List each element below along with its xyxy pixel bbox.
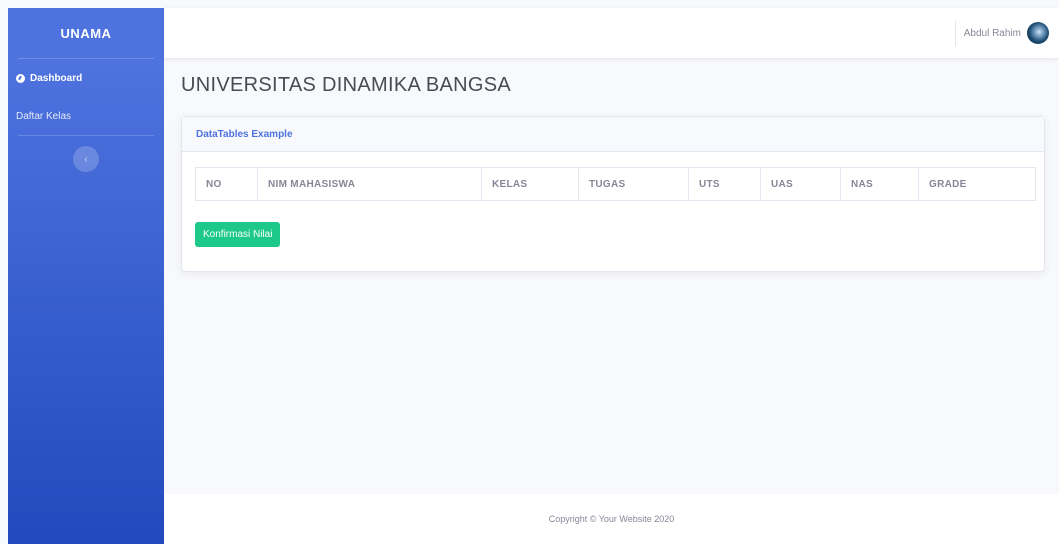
sidebar-item-daftar-kelas[interactable]: Daftar Kelas [8,97,164,135]
column-header-no[interactable]: NO [196,168,258,200]
konfirmasi-nilai-button[interactable]: Konfirmasi Nilai [195,222,281,247]
column-header-uas[interactable]: UAS [761,168,841,200]
column-header-nas[interactable]: NAS [841,168,919,200]
column-header-tugas[interactable]: TUGAS [579,168,689,200]
sidebar-item-dashboard[interactable]: Dashboard [8,59,164,97]
copyright-text: Copyright © Your Website 2020 [548,514,675,524]
sidebar-toggle-button[interactable]: ‹ [73,146,99,172]
card-title: DataTables Example [182,117,1044,152]
page-title: UNIVERSITAS DINAMIKA BANGSA [181,74,512,96]
column-header-kelas[interactable]: KELAS [482,168,579,200]
user-menu[interactable]: Abdul Rahim [964,8,1049,58]
sidebar-brand[interactable]: UNAMA [8,8,164,58]
sidebar-item-label: Dashboard [30,72,83,84]
tachometer-icon [16,73,25,83]
column-header-nim[interactable]: NIM MAHASISWA [258,168,482,200]
sidebar: UNAMA Dashboard Daftar Kelas ‹ [8,8,164,544]
sidebar-item-label: Daftar Kelas [16,110,72,122]
sidebar-divider [18,135,154,136]
column-header-grade[interactable]: GRADE [919,168,1035,200]
column-header-uts[interactable]: UTS [689,168,761,200]
avatar [1027,22,1049,44]
topbar: Abdul Rahim [164,8,1059,58]
footer: Copyright © Your Website 2020 [164,494,1059,544]
user-name: Abdul Rahim [963,27,1021,39]
grades-table: NO NIM MAHASISWA KELAS TUGAS UTS UAS NAS… [195,167,1036,201]
chevron-left-icon: ‹ [84,153,88,165]
datatable-card: DataTables Example NO NIM MAHASISWA KELA… [181,116,1045,272]
topbar-divider [955,20,956,46]
